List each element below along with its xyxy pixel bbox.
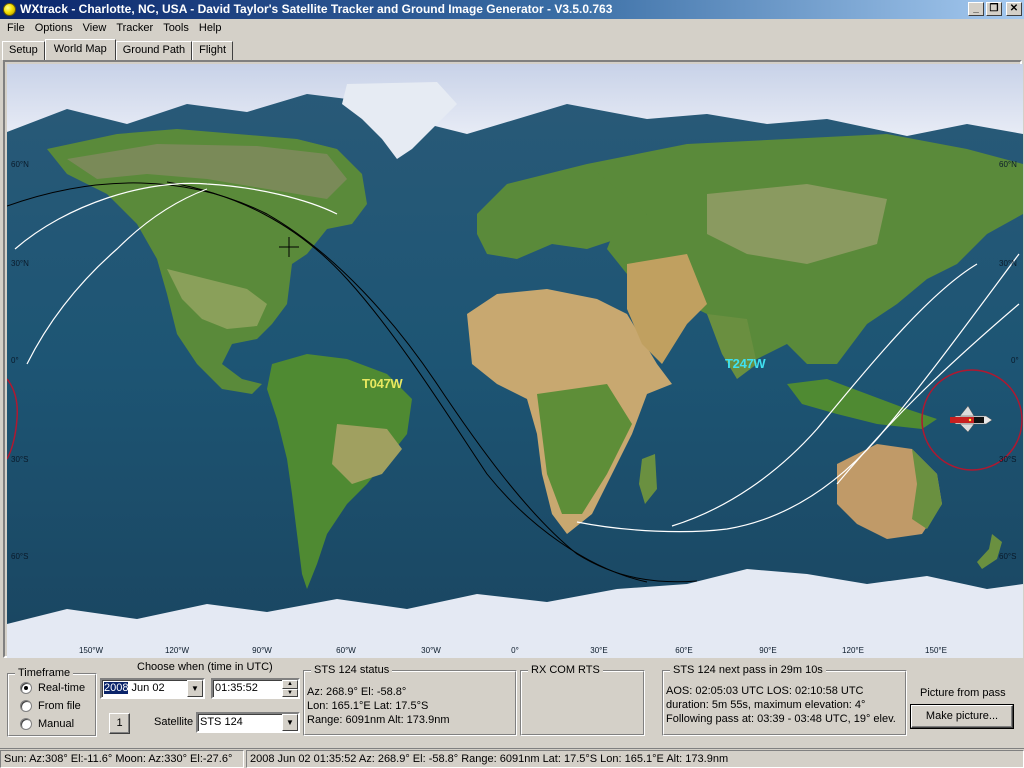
radio-button[interactable] bbox=[20, 718, 32, 730]
lat-label-right-60n: 60°N bbox=[999, 160, 1017, 169]
tab-strip: Setup World Map Ground Path Flight bbox=[2, 39, 234, 60]
close-button[interactable]: ✕ bbox=[1006, 2, 1022, 16]
choose-when-label: Choose when (time in UTC) bbox=[137, 661, 273, 673]
minimize-button[interactable]: _ bbox=[968, 2, 984, 16]
lon-label-120e: 120°E bbox=[842, 646, 864, 655]
lon-label-120w: 120°W bbox=[164, 646, 190, 655]
lon-label-150w: 150°W bbox=[78, 646, 104, 655]
satellite-value: STS 124 bbox=[200, 716, 243, 728]
next-pass-following: Following pass at: 03:39 - 03:48 UTC, 19… bbox=[666, 713, 896, 725]
status-bar: Sun: Az:308° El:-11.6° Moon: Az:330° El:… bbox=[0, 748, 1024, 768]
status-title: STS 124 status bbox=[311, 663, 393, 677]
lon-label-30w: 30°W bbox=[421, 646, 441, 655]
status-range-alt: Range: 6091nm Alt: 173.9nm bbox=[307, 714, 450, 726]
lon-label-60e: 60°E bbox=[675, 646, 693, 655]
step-button[interactable]: 1 bbox=[109, 713, 130, 734]
satellite-dropdown-button[interactable]: ▼ bbox=[282, 714, 298, 731]
radio-label-manual: Manual bbox=[38, 718, 75, 730]
status-az-el: Az: 268.9° El: -58.8° bbox=[307, 686, 407, 698]
radio-button-checked[interactable] bbox=[20, 682, 32, 694]
menu-tools[interactable]: Tools bbox=[158, 20, 194, 37]
tab-ground-path[interactable]: Ground Path bbox=[115, 41, 193, 60]
wxtrack-window: WXtrack - Charlotte, NC, USA - David Tay… bbox=[0, 0, 1024, 768]
radio-label-real-time: Real-time bbox=[38, 682, 86, 694]
date-picker[interactable]: 2008 Jun 02 ▼ bbox=[100, 678, 205, 699]
lat-label-left-30s: 30°S bbox=[11, 455, 29, 464]
tab-setup[interactable]: Setup bbox=[2, 41, 45, 60]
lon-label-60w: 60°W bbox=[336, 646, 356, 655]
menu-bar: File Options View Tracker Tools Help bbox=[0, 19, 1024, 38]
pass-label-t247w: T247W bbox=[725, 356, 766, 371]
lat-label-right-60s: 60°S bbox=[999, 552, 1017, 561]
lat-label-left-0: 0° bbox=[11, 356, 19, 365]
time-spinner[interactable]: ▲ ▼ bbox=[282, 680, 298, 697]
lon-label-90e: 90°E bbox=[759, 646, 777, 655]
next-pass-group: STS 124 next pass in 29m 10s AOS: 02:05:… bbox=[662, 663, 907, 736]
lon-label-0: 0° bbox=[511, 646, 519, 655]
time-value: 01:35:52 bbox=[215, 682, 258, 694]
radio-button[interactable] bbox=[20, 700, 32, 712]
statusbar-sun-moon: Sun: Az:308° El:-11.6° Moon: Az:330° El:… bbox=[0, 750, 244, 768]
world-map[interactable]: 150°W 120°W 90°W 60°W 30°W 0° 30°E 60°E … bbox=[7, 64, 1023, 658]
spin-up-button[interactable]: ▲ bbox=[282, 680, 298, 689]
rx-com-rts-group: RX COM RTS bbox=[520, 663, 645, 736]
timeframe-group: Timeframe Real-time From file Manual bbox=[7, 666, 97, 737]
satellite-label: Satellite bbox=[154, 716, 194, 728]
restore-button[interactable]: ❐ bbox=[986, 2, 1002, 16]
statusbar-satellite: 2008 Jun 02 01:35:52 Az: 268.9° El: -58.… bbox=[246, 750, 1024, 768]
status-lon-lat: Lon: 165.1°E Lat: 17.5°S bbox=[307, 700, 429, 712]
world-map-frame: 150°W 120°W 90°W 60°W 30°W 0° 30°E 60°E … bbox=[3, 60, 1023, 658]
date-dropdown-button[interactable]: ▼ bbox=[187, 680, 203, 697]
menu-file[interactable]: File bbox=[2, 20, 30, 37]
pass-label-t047w: T047W bbox=[362, 376, 403, 391]
tab-world-map[interactable]: World Map bbox=[44, 39, 116, 60]
next-pass-duration: duration: 5m 55s, maximum elevation: 4° bbox=[666, 699, 866, 711]
time-field[interactable]: 01:35:52 ▲ ▼ bbox=[211, 678, 300, 699]
lat-label-right-30n: 30°N bbox=[999, 259, 1017, 268]
lon-label-90w: 90°W bbox=[252, 646, 272, 655]
lat-label-right-0: 0° bbox=[1011, 356, 1019, 365]
next-pass-title: STS 124 next pass in 29m 10s bbox=[670, 663, 826, 677]
menu-view[interactable]: View bbox=[78, 20, 112, 37]
window-title: WXtrack - Charlotte, NC, USA - David Tay… bbox=[20, 2, 613, 16]
title-bar[interactable]: WXtrack - Charlotte, NC, USA - David Tay… bbox=[0, 0, 1024, 19]
menu-help[interactable]: Help bbox=[194, 20, 227, 37]
menu-options[interactable]: Options bbox=[30, 20, 78, 37]
menu-tracker[interactable]: Tracker bbox=[111, 20, 158, 37]
make-picture-button[interactable]: Make picture... bbox=[910, 704, 1014, 729]
radio-real-time[interactable]: Real-time bbox=[20, 682, 85, 694]
picture-from-pass-label: Picture from pass bbox=[920, 687, 1006, 699]
date-month-day: Jun 02 bbox=[128, 682, 165, 694]
lon-label-30e: 30°E bbox=[590, 646, 608, 655]
timeframe-title: Timeframe bbox=[15, 666, 74, 680]
app-icon[interactable] bbox=[3, 3, 16, 16]
radio-from-file[interactable]: From file bbox=[20, 700, 81, 712]
spin-down-button[interactable]: ▼ bbox=[282, 688, 298, 697]
radio-manual[interactable]: Manual bbox=[20, 718, 74, 730]
lon-label-150e: 150°E bbox=[925, 646, 947, 655]
next-pass-aos-los: AOS: 02:05:03 UTC LOS: 02:10:58 UTC bbox=[666, 685, 864, 697]
rx-title: RX COM RTS bbox=[528, 663, 603, 677]
lat-label-left-30n: 30°N bbox=[11, 259, 29, 268]
world-map-canvas bbox=[7, 64, 1023, 658]
date-year-selected: 2008 bbox=[104, 682, 129, 694]
satellite-select[interactable]: STS 124 ▼ bbox=[196, 712, 300, 733]
radio-label-from-file: From file bbox=[38, 700, 81, 712]
lat-label-left-60n: 60°N bbox=[11, 160, 29, 169]
satellite-status-group: STS 124 status Az: 268.9° El: -58.8° Lon… bbox=[303, 663, 517, 736]
lat-label-left-60s: 60°S bbox=[11, 552, 29, 561]
tab-flight[interactable]: Flight bbox=[192, 41, 234, 60]
lat-label-right-30s: 30°S bbox=[999, 455, 1017, 464]
